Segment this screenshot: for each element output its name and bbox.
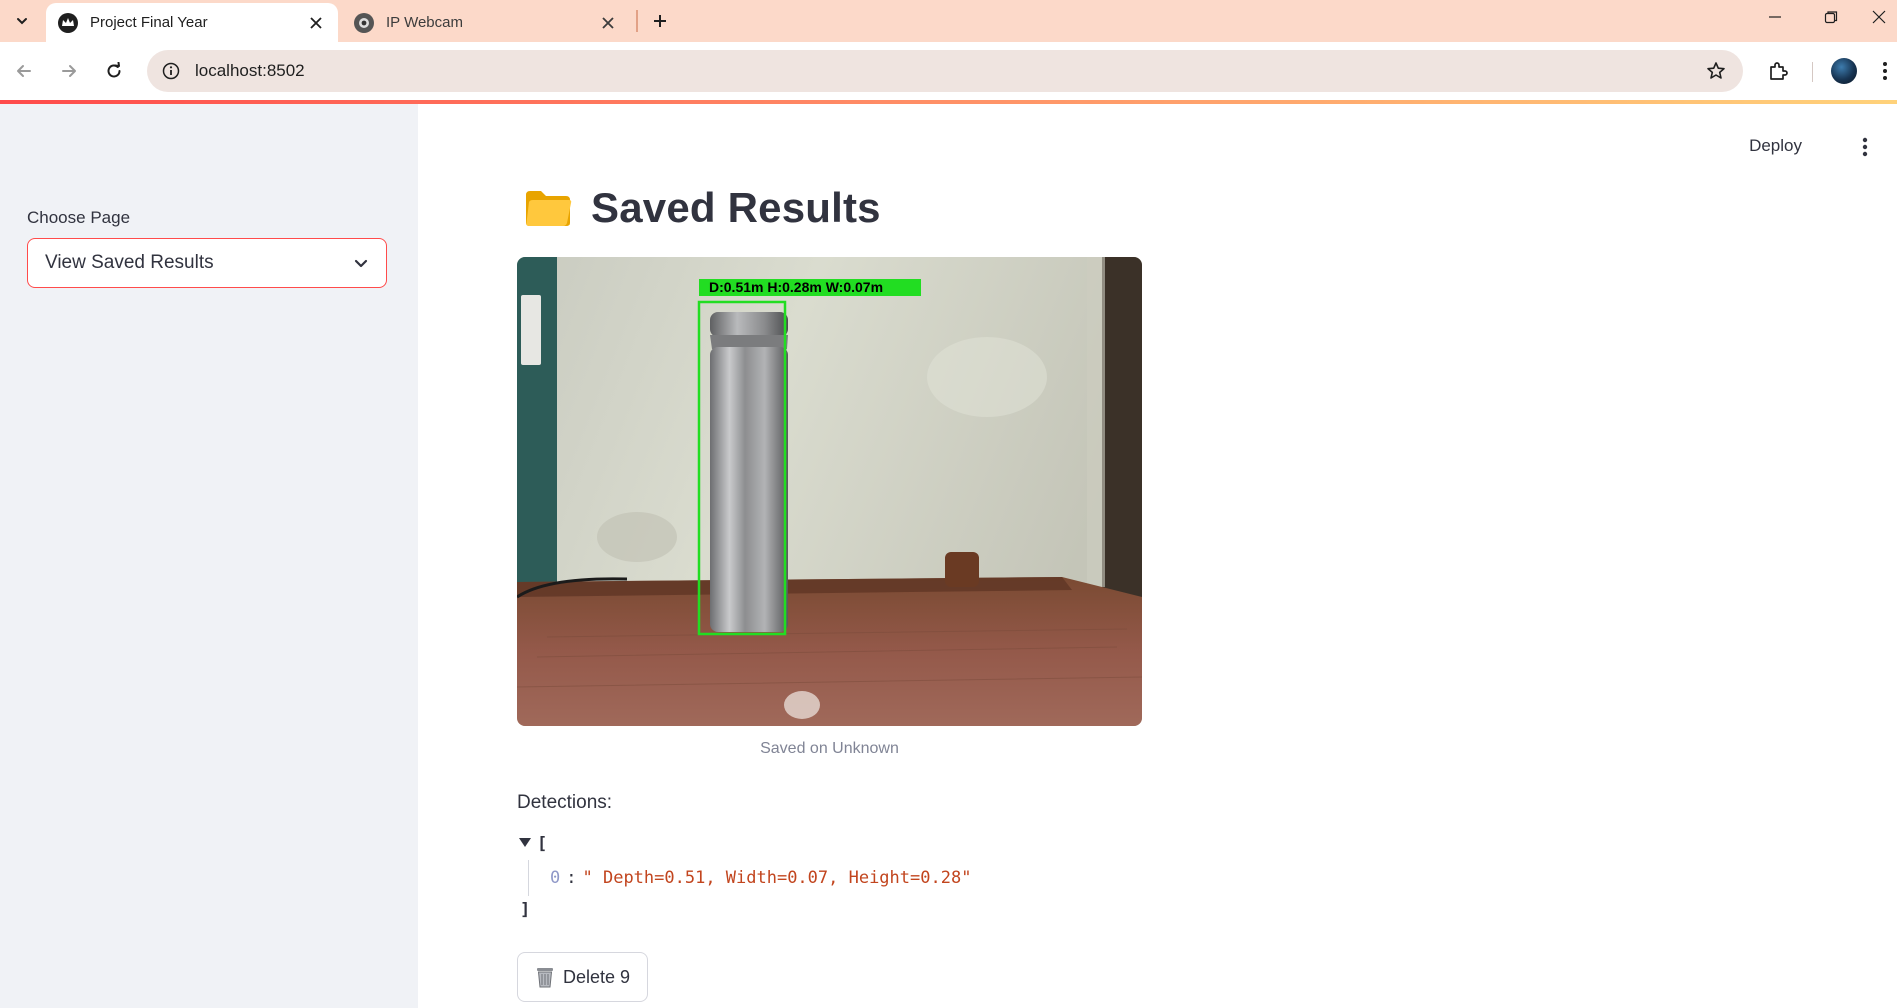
tab-ip-webcam[interactable]: IP Webcam: [344, 3, 630, 42]
chevron-down-icon: [350, 252, 372, 274]
avatar: [1831, 58, 1857, 84]
json-value: " Depth=0.51, Width=0.07, Height=0.28": [582, 868, 972, 888]
reload-icon: [107, 62, 121, 78]
tab-divider: [636, 10, 638, 32]
tab-search-button[interactable]: [8, 7, 36, 35]
delete-button-label: Delete 9: [562, 966, 631, 987]
extensions-button[interactable]: [1762, 55, 1794, 87]
app-menu-button[interactable]: [1853, 134, 1877, 160]
saved-result-image[interactable]: D:0.51m H:0.28m W:0.07m: [517, 257, 1142, 726]
restore-icon: [1824, 11, 1838, 24]
reload-button[interactable]: [98, 55, 130, 87]
main-content: Deploy Saved Results D:0.51m H:0.28m W:0…: [418, 104, 1897, 1008]
json-item: 0 : " Depth=0.51, Width=0.07, Height=0.2…: [550, 868, 971, 888]
address-bar[interactable]: localhost:8502: [147, 50, 1743, 92]
new-tab-button[interactable]: [646, 7, 674, 35]
close-window-button[interactable]: [1860, 0, 1897, 34]
browser-tab-strip: Project Final Year IP Webcam: [0, 0, 1897, 42]
page-select-value: View Saved Results: [45, 252, 214, 273]
page-select[interactable]: View Saved Results: [27, 238, 387, 288]
streamlit-crown-icon: [58, 12, 78, 33]
json-close-bracket: ]: [520, 900, 531, 920]
browser-menu-button[interactable]: [1872, 55, 1897, 87]
tab-title: Project Final Year: [90, 14, 208, 31]
close-tab-icon[interactable]: [304, 11, 328, 35]
deploy-button[interactable]: Deploy: [1741, 132, 1810, 160]
plus-icon: [654, 15, 666, 27]
detections-label: Detections:: [517, 792, 613, 813]
webcam-icon: [354, 12, 374, 33]
kebab-menu-icon: [1882, 62, 1887, 80]
toolbar-separator: [1812, 62, 1813, 82]
site-info-icon[interactable]: [159, 59, 183, 83]
close-icon: [1872, 10, 1885, 24]
minimize-button[interactable]: [1748, 0, 1802, 34]
json-colon: :: [566, 868, 577, 888]
arrow-right-icon: [62, 65, 76, 77]
profile-button[interactable]: [1828, 55, 1860, 87]
delete-result-button[interactable]: Delete 9: [517, 952, 648, 1002]
measurement-overlay-text: D:0.51m H:0.28m W:0.07m: [709, 279, 883, 295]
arrow-left-icon: [17, 65, 31, 77]
folder-icon: [526, 191, 572, 226]
minimize-icon: [1769, 16, 1781, 18]
bookmark-star-icon[interactable]: [1701, 56, 1731, 86]
json-open-bracket: [: [537, 834, 548, 854]
collapse-toggle-icon[interactable]: [519, 838, 531, 848]
back-button[interactable]: [8, 55, 40, 87]
tab-title: IP Webcam: [386, 14, 463, 31]
puzzle-icon: [1770, 62, 1788, 80]
wastebasket-icon: [536, 968, 553, 988]
page-title-text: Saved Results: [591, 184, 881, 231]
json-indent-guide: [528, 860, 529, 896]
tab-project-final-year[interactable]: Project Final Year: [46, 3, 338, 42]
page-title: Saved Results: [523, 184, 881, 232]
image-caption: Saved on Unknown: [760, 740, 899, 757]
chevron-down-icon: [17, 18, 27, 25]
json-key: 0: [550, 868, 561, 888]
restore-button[interactable]: [1804, 0, 1858, 34]
forward-button[interactable]: [53, 55, 85, 87]
close-tab-icon[interactable]: [596, 11, 620, 35]
choose-page-label: Choose Page: [27, 208, 131, 227]
sidebar: Choose Page View Saved Results: [0, 104, 418, 1008]
url-text[interactable]: localhost:8502: [195, 61, 1701, 81]
kebab-menu-icon: [1862, 137, 1868, 157]
browser-toolbar: localhost:8502: [0, 42, 1897, 100]
